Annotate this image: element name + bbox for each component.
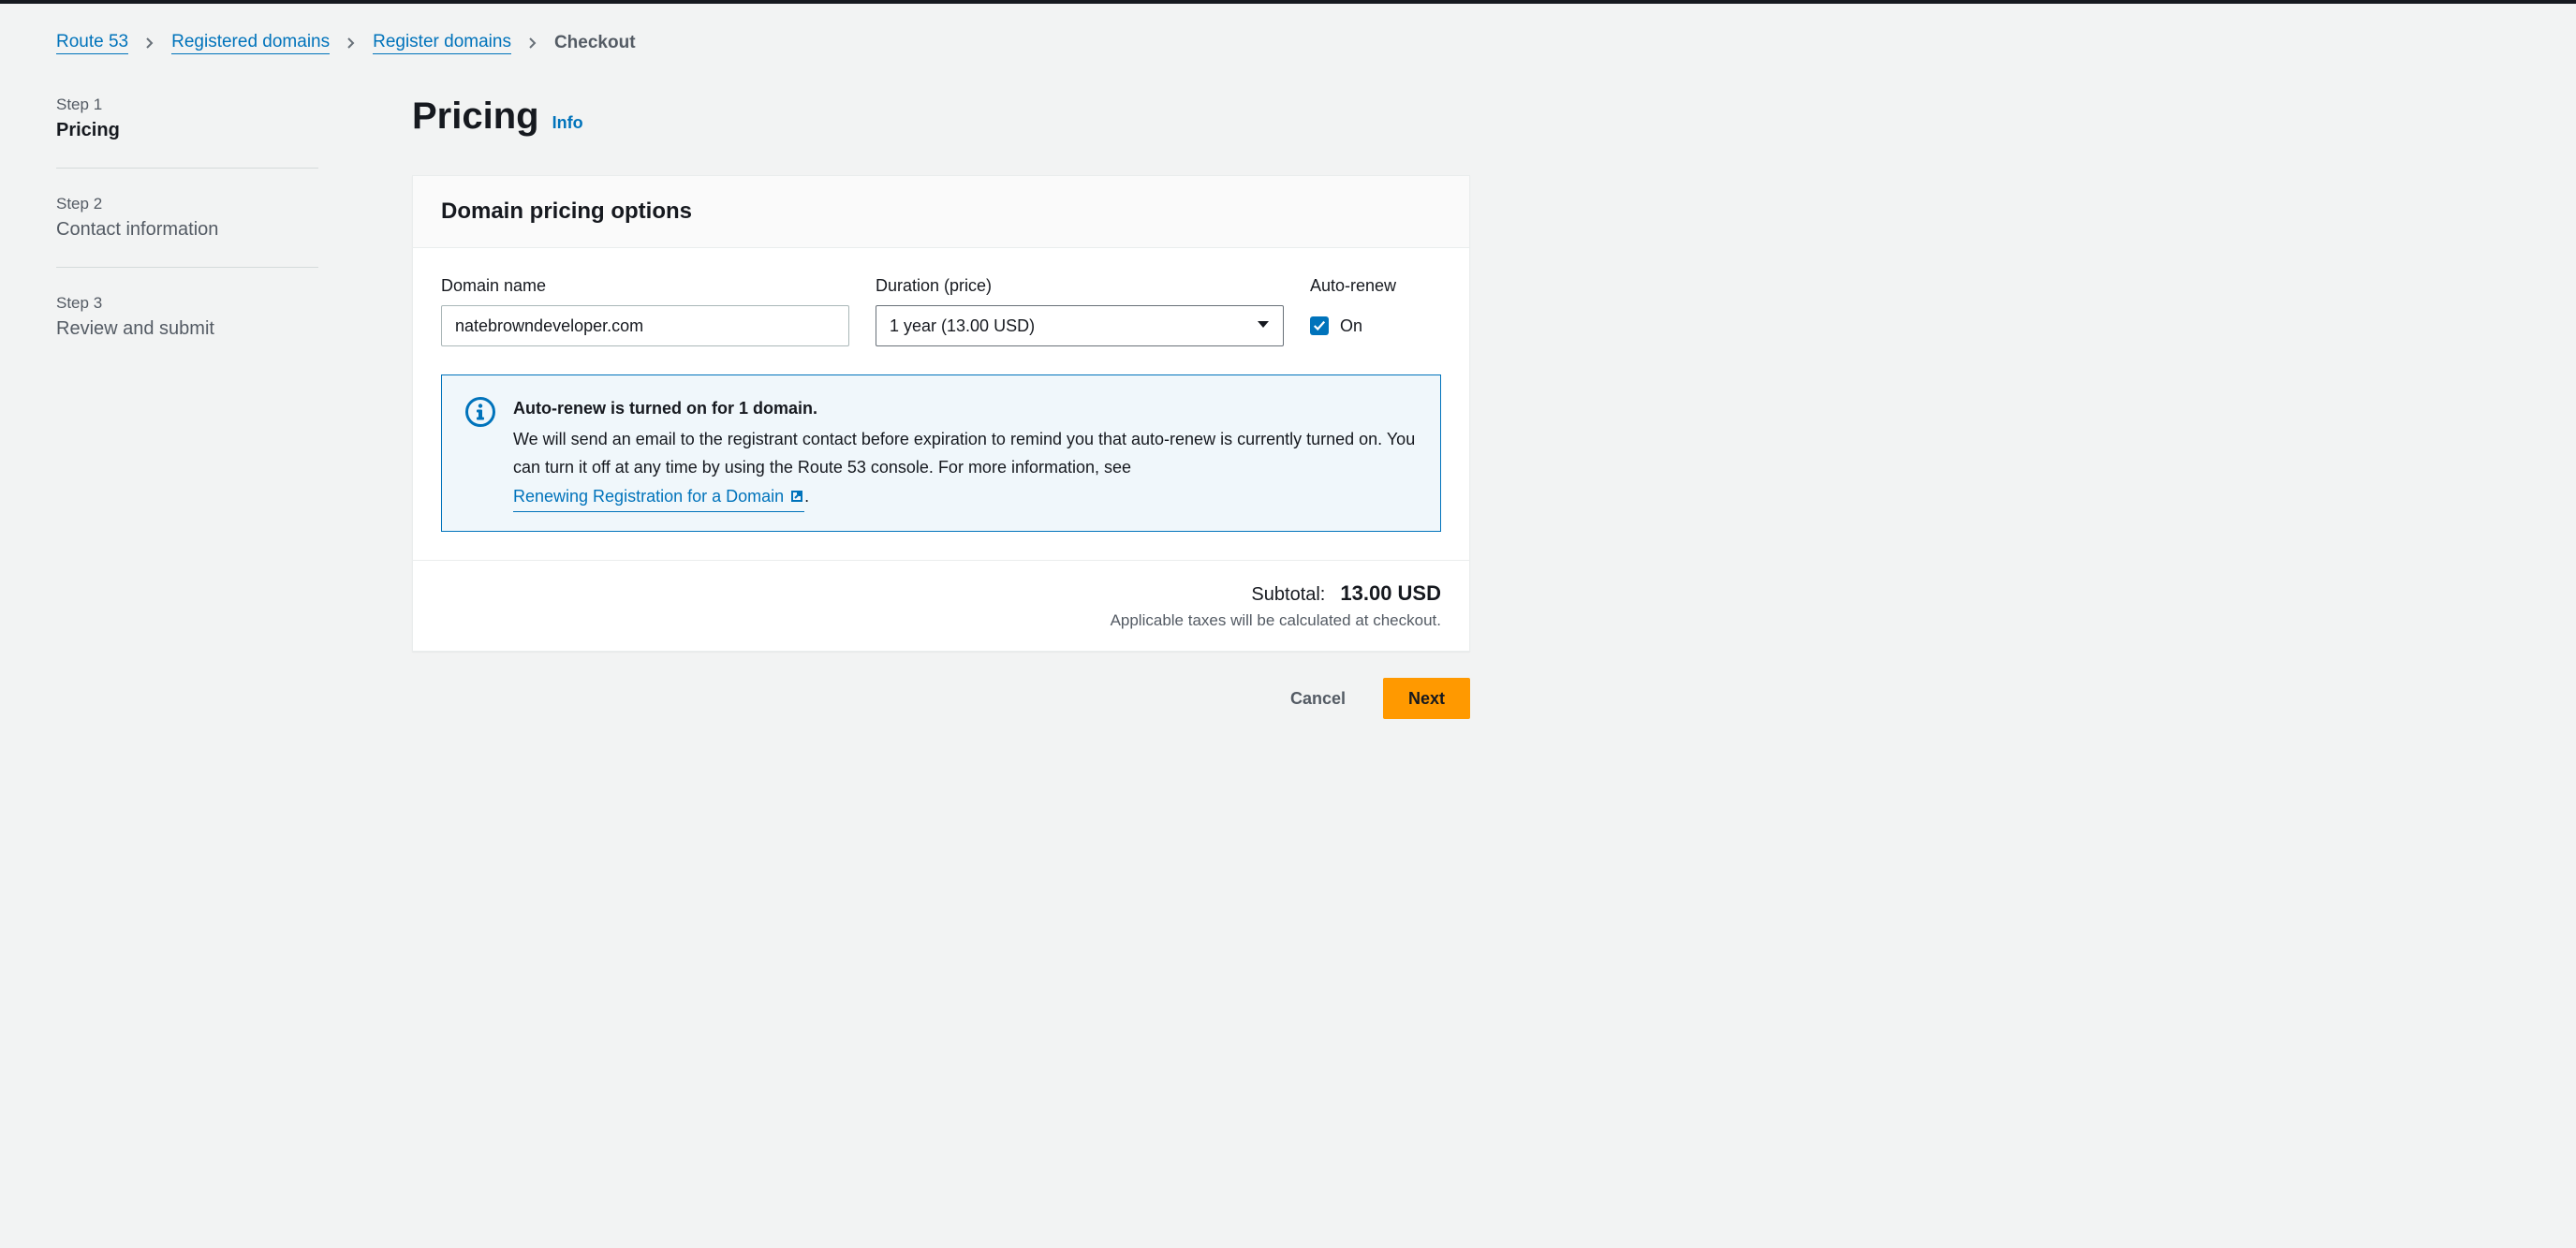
info-link[interactable]: Info xyxy=(552,113,583,133)
info-icon xyxy=(464,396,496,428)
breadcrumb: Route 53 Registered domains Register dom… xyxy=(56,32,2520,54)
cancel-button[interactable]: Cancel xyxy=(1266,678,1370,719)
domain-name-label: Domain name xyxy=(441,276,849,296)
main-layout: Step 1 Pricing Step 2 Contact informatio… xyxy=(56,95,2520,719)
alert-body-text: We will send an email to the registrant … xyxy=(513,430,1415,477)
step-title: Review and submit xyxy=(56,318,318,340)
subtotal-label: Subtotal: xyxy=(1251,584,1325,606)
info-alert: Auto-renew is turned on for 1 domain. We… xyxy=(441,374,1441,532)
wizard-step-pricing[interactable]: Step 1 Pricing xyxy=(56,95,318,169)
duration-select[interactable]: 1 year (13.00 USD) xyxy=(876,305,1284,346)
panel-title: Domain pricing options xyxy=(441,198,1441,225)
renewal-doc-link[interactable]: Renewing Registration for a Domain xyxy=(513,482,804,513)
subtotal-row: Subtotal: 13.00 USD xyxy=(441,581,1441,606)
alert-period: . xyxy=(804,487,809,506)
alert-text: We will send an email to the registrant … xyxy=(513,425,1418,513)
breadcrumb-link-route53[interactable]: Route 53 xyxy=(56,32,128,54)
panel-header: Domain pricing options xyxy=(413,176,1469,248)
auto-renew-checkbox[interactable] xyxy=(1310,316,1329,335)
breadcrumb-link-registered-domains[interactable]: Registered domains xyxy=(171,32,330,54)
duration-value: 1 year (13.00 USD) xyxy=(890,316,1257,336)
step-title: Pricing xyxy=(56,120,318,141)
chevron-right-icon xyxy=(528,37,537,50)
step-number: Step 3 xyxy=(56,294,318,313)
chevron-right-icon xyxy=(145,37,155,50)
chevron-right-icon xyxy=(346,37,356,50)
alert-content: Auto-renew is turned on for 1 domain. We… xyxy=(513,394,1418,512)
actions-row: Cancel Next xyxy=(412,678,1470,719)
subtotal-value: 13.00 USD xyxy=(1340,581,1441,606)
step-number: Step 1 xyxy=(56,95,318,114)
domain-name-group: Domain name xyxy=(441,276,849,346)
caret-down-icon xyxy=(1257,317,1270,334)
wizard-step-contact[interactable]: Step 2 Contact information xyxy=(56,195,318,268)
step-number: Step 2 xyxy=(56,195,318,213)
duration-label: Duration (price) xyxy=(876,276,1284,296)
wizard-step-review[interactable]: Step 3 Review and submit xyxy=(56,294,318,366)
step-title: Contact information xyxy=(56,219,318,241)
auto-renew-label: Auto-renew xyxy=(1310,276,1441,296)
checkmark-icon xyxy=(1313,319,1326,332)
pricing-panel: Domain pricing options Domain name Durat… xyxy=(412,175,1470,652)
breadcrumb-link-register-domains[interactable]: Register domains xyxy=(373,32,511,54)
external-link-icon xyxy=(789,489,804,504)
auto-renew-state: On xyxy=(1340,316,1362,336)
auto-renew-row: On xyxy=(1310,305,1441,346)
page-title: Pricing xyxy=(412,95,539,138)
subtotal-section: Subtotal: 13.00 USD Applicable taxes wil… xyxy=(413,560,1469,651)
main-content: Pricing Info Domain pricing options Doma… xyxy=(412,95,1470,719)
next-button[interactable]: Next xyxy=(1383,678,1470,719)
breadcrumb-current: Checkout xyxy=(554,33,636,53)
wizard-steps: Step 1 Pricing Step 2 Contact informatio… xyxy=(56,95,318,719)
link-text: Renewing Registration for a Domain xyxy=(513,482,784,511)
domain-name-input[interactable] xyxy=(441,305,849,346)
page-header: Pricing Info xyxy=(412,95,1470,138)
form-row: Domain name Duration (price) 1 year (13.… xyxy=(441,276,1441,346)
page-container: Route 53 Registered domains Register dom… xyxy=(0,4,2576,747)
alert-title: Auto-renew is turned on for 1 domain. xyxy=(513,394,1418,423)
tax-note: Applicable taxes will be calculated at c… xyxy=(441,611,1441,630)
duration-group: Duration (price) 1 year (13.00 USD) xyxy=(876,276,1284,346)
panel-body: Domain name Duration (price) 1 year (13.… xyxy=(413,248,1469,560)
auto-renew-group: Auto-renew On xyxy=(1310,276,1441,346)
